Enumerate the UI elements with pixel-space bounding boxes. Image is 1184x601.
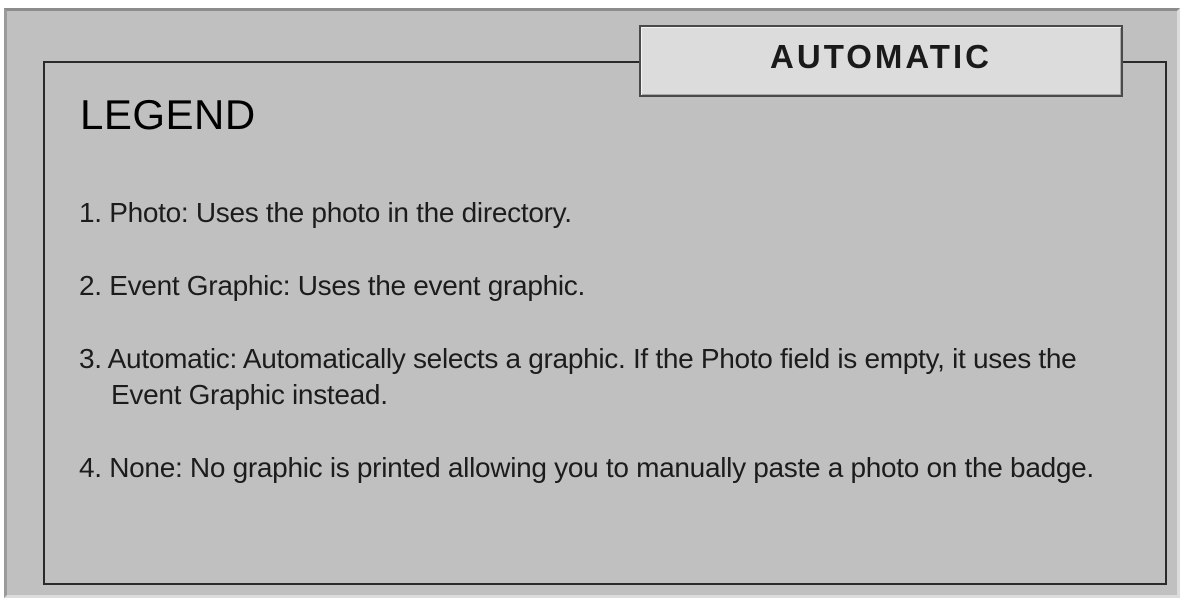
legend-panel: LEGEND 1. Photo: Uses the photo in the d… (4, 8, 1180, 598)
legend-item-none: 4. None: No graphic is printed allowing … (79, 452, 1094, 483)
mode-tab-automatic[interactable]: AUTOMATIC (639, 25, 1123, 97)
legend-item-event-graphic: 2. Event Graphic: Uses the event graphic… (79, 270, 585, 301)
mode-tab-label: AUTOMATIC (770, 38, 992, 75)
legend-item-photo: 1. Photo: Uses the photo in the director… (79, 197, 572, 228)
legend-title: LEGEND (80, 91, 256, 138)
legend-item-automatic: 3. Automatic: Automatically selects a gr… (79, 343, 1077, 410)
legend-list: 1. Photo: Uses the photo in the director… (79, 195, 1149, 523)
legend-box: LEGEND 1. Photo: Uses the photo in the d… (43, 61, 1167, 585)
